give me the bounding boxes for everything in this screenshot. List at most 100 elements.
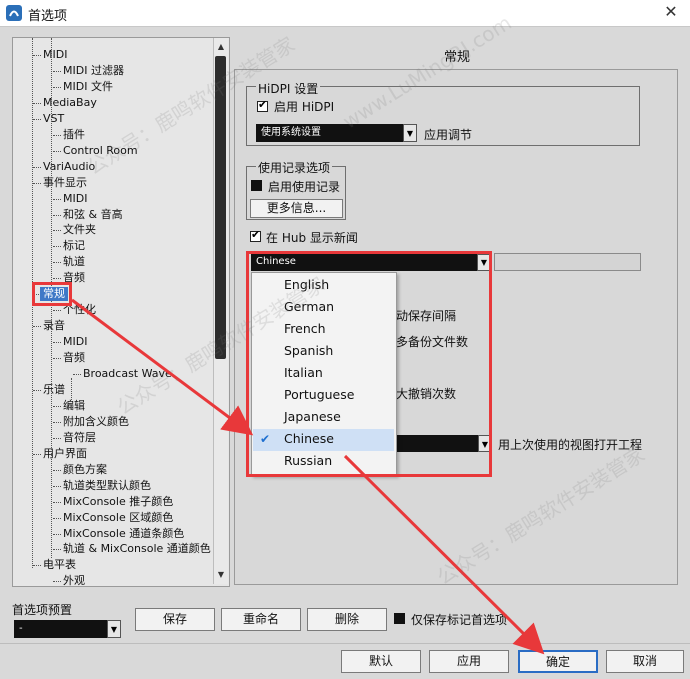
divider (0, 643, 690, 644)
tree-item[interactable]: 编辑 (63, 399, 85, 413)
tree-item[interactable]: VST (43, 112, 64, 126)
page-title: 常规 (444, 50, 471, 65)
scaling-label: 应用调节 (424, 128, 473, 142)
cancel-button[interactable]: 取消 (606, 650, 684, 673)
tree-connector (33, 167, 41, 168)
highlight-box-language (246, 251, 492, 477)
hidpi-group-title: HiDPI 设置 (256, 80, 321, 97)
tree-connector (53, 534, 61, 535)
tree-item[interactable]: 文件夹 (63, 223, 96, 237)
tree-scrollbar[interactable]: ▲ ▼ (213, 38, 228, 584)
tree-item[interactable]: 轨道 (63, 255, 85, 269)
tree-connector (53, 71, 61, 72)
preferences-tree: MIDI MIDI 过滤器 MIDI 文件 MediaBay VST 插件 Control … (12, 37, 230, 587)
tree-item[interactable]: MIDI (63, 192, 87, 206)
tree-connector (53, 278, 61, 279)
tree-connector (53, 230, 61, 231)
tree-connector (53, 151, 61, 152)
save-button[interactable]: 保存 (135, 608, 215, 631)
tree-connector (53, 470, 61, 471)
tree-item[interactable]: MIDI 文件 (63, 80, 113, 94)
tree-item[interactable]: 录音 (43, 319, 65, 333)
open-project-label: 用上次使用的视图打开工程 (498, 438, 643, 452)
tree-item[interactable]: 用户界面 (43, 447, 87, 461)
hub-news-checkbox[interactable]: ✔ (250, 228, 261, 242)
more-info-button[interactable]: 更多信息... (250, 199, 343, 218)
tree-item[interactable]: MIDI 过滤器 (63, 64, 124, 78)
tree-item[interactable]: Control Room (63, 144, 138, 158)
tree-item[interactable]: 插件 (63, 128, 85, 142)
language-field-box (494, 253, 641, 271)
tree-connector (33, 55, 41, 56)
tree-item[interactable]: 乐谱 (43, 383, 65, 397)
scroll-thumb[interactable] (215, 56, 226, 359)
tree-connector (73, 374, 81, 375)
scaling-combo-value: 使用系统设置 (261, 127, 321, 138)
tree-connector (53, 358, 61, 359)
tree-connector (53, 262, 61, 263)
tree-item[interactable]: MixConsole 通道条颜色 (63, 527, 184, 541)
tree-connector (53, 215, 61, 216)
tree-item[interactable]: 和弦 & 音高 (63, 208, 123, 222)
tree-item[interactable]: 轨道类型默认颜色 (63, 479, 151, 493)
tree-connector (53, 246, 61, 247)
tree-connector (33, 119, 41, 120)
tree-item[interactable]: 音符层 (63, 431, 96, 445)
preset-combo[interactable]: - ▼ (14, 620, 121, 638)
tree-connector (33, 326, 41, 327)
ok-button[interactable]: 确定 (518, 650, 598, 673)
scroll-up-icon[interactable]: ▲ (214, 40, 228, 54)
tree-item[interactable]: 附加含义颜色 (63, 415, 129, 429)
tree-connector (53, 342, 61, 343)
tree-item[interactable]: MixConsole 推子颜色 (63, 495, 173, 509)
enable-hidpi-checkbox[interactable]: ✔ (257, 98, 268, 112)
tree-connector (53, 502, 61, 503)
enable-usage-label: 启用使用记录 (268, 180, 341, 194)
usage-group-title: 使用记录选项 (256, 159, 333, 176)
tree-item[interactable]: 事件显示 (43, 176, 87, 190)
tree-connector (53, 486, 61, 487)
scaling-combo[interactable]: 使用系统设置 ▼ (256, 124, 417, 142)
chevron-down-icon: ▼ (403, 124, 417, 142)
preset-combo-value: - (19, 623, 23, 634)
preset-label: 首选项预置 (12, 603, 73, 617)
tree-connector (53, 199, 61, 200)
title-bar: 首选项 ✕ (0, 0, 690, 27)
store-marked-label: 仅保存标记首选项 (411, 613, 508, 627)
scroll-down-icon[interactable]: ▼ (214, 568, 228, 582)
tree-item[interactable]: 外观 (63, 574, 85, 586)
close-icon[interactable]: ✕ (660, 2, 682, 22)
tree-connector (33, 103, 41, 104)
tree-item[interactable]: 轨道 & MixConsole 通道颜色 (63, 542, 211, 556)
tree-item[interactable]: MixConsole 区域颜色 (63, 511, 173, 525)
window-title: 首选项 (28, 9, 68, 24)
app-logo-icon (6, 5, 22, 21)
enable-hidpi-label: 启用 HiDPI (274, 100, 335, 114)
store-marked-checkbox[interactable] (394, 613, 405, 624)
tree-item-general-selected[interactable]: 常规 (40, 287, 68, 301)
tree-connector (53, 518, 61, 519)
rename-button[interactable]: 重命名 (221, 608, 301, 631)
tree-connector (53, 422, 61, 423)
tree-item[interactable]: 电平表 (43, 558, 76, 572)
apply-button[interactable]: 应用 (429, 650, 509, 673)
tree-connector (33, 565, 41, 566)
tree-connector (53, 581, 61, 582)
delete-button[interactable]: 删除 (307, 608, 387, 631)
tree-connector (33, 183, 41, 184)
tree-item[interactable]: MIDI (43, 48, 67, 62)
tree-connector (53, 310, 61, 311)
tree-connector (53, 549, 61, 550)
tree-connector (33, 454, 41, 455)
tree-connector (53, 135, 61, 136)
tree-item[interactable]: 标记 (63, 239, 85, 253)
default-button[interactable]: 默认 (341, 650, 421, 673)
enable-usage-checkbox[interactable] (251, 180, 262, 191)
tree-item[interactable]: 音频 (63, 351, 85, 365)
tree-item[interactable]: Broadcast Wave (83, 367, 172, 381)
tree-connector (53, 87, 61, 88)
tree-connector (33, 390, 41, 391)
tree-connector (53, 406, 61, 407)
tree-item[interactable]: 颜色方案 (63, 463, 107, 477)
tree-item[interactable]: MIDI (63, 335, 87, 349)
